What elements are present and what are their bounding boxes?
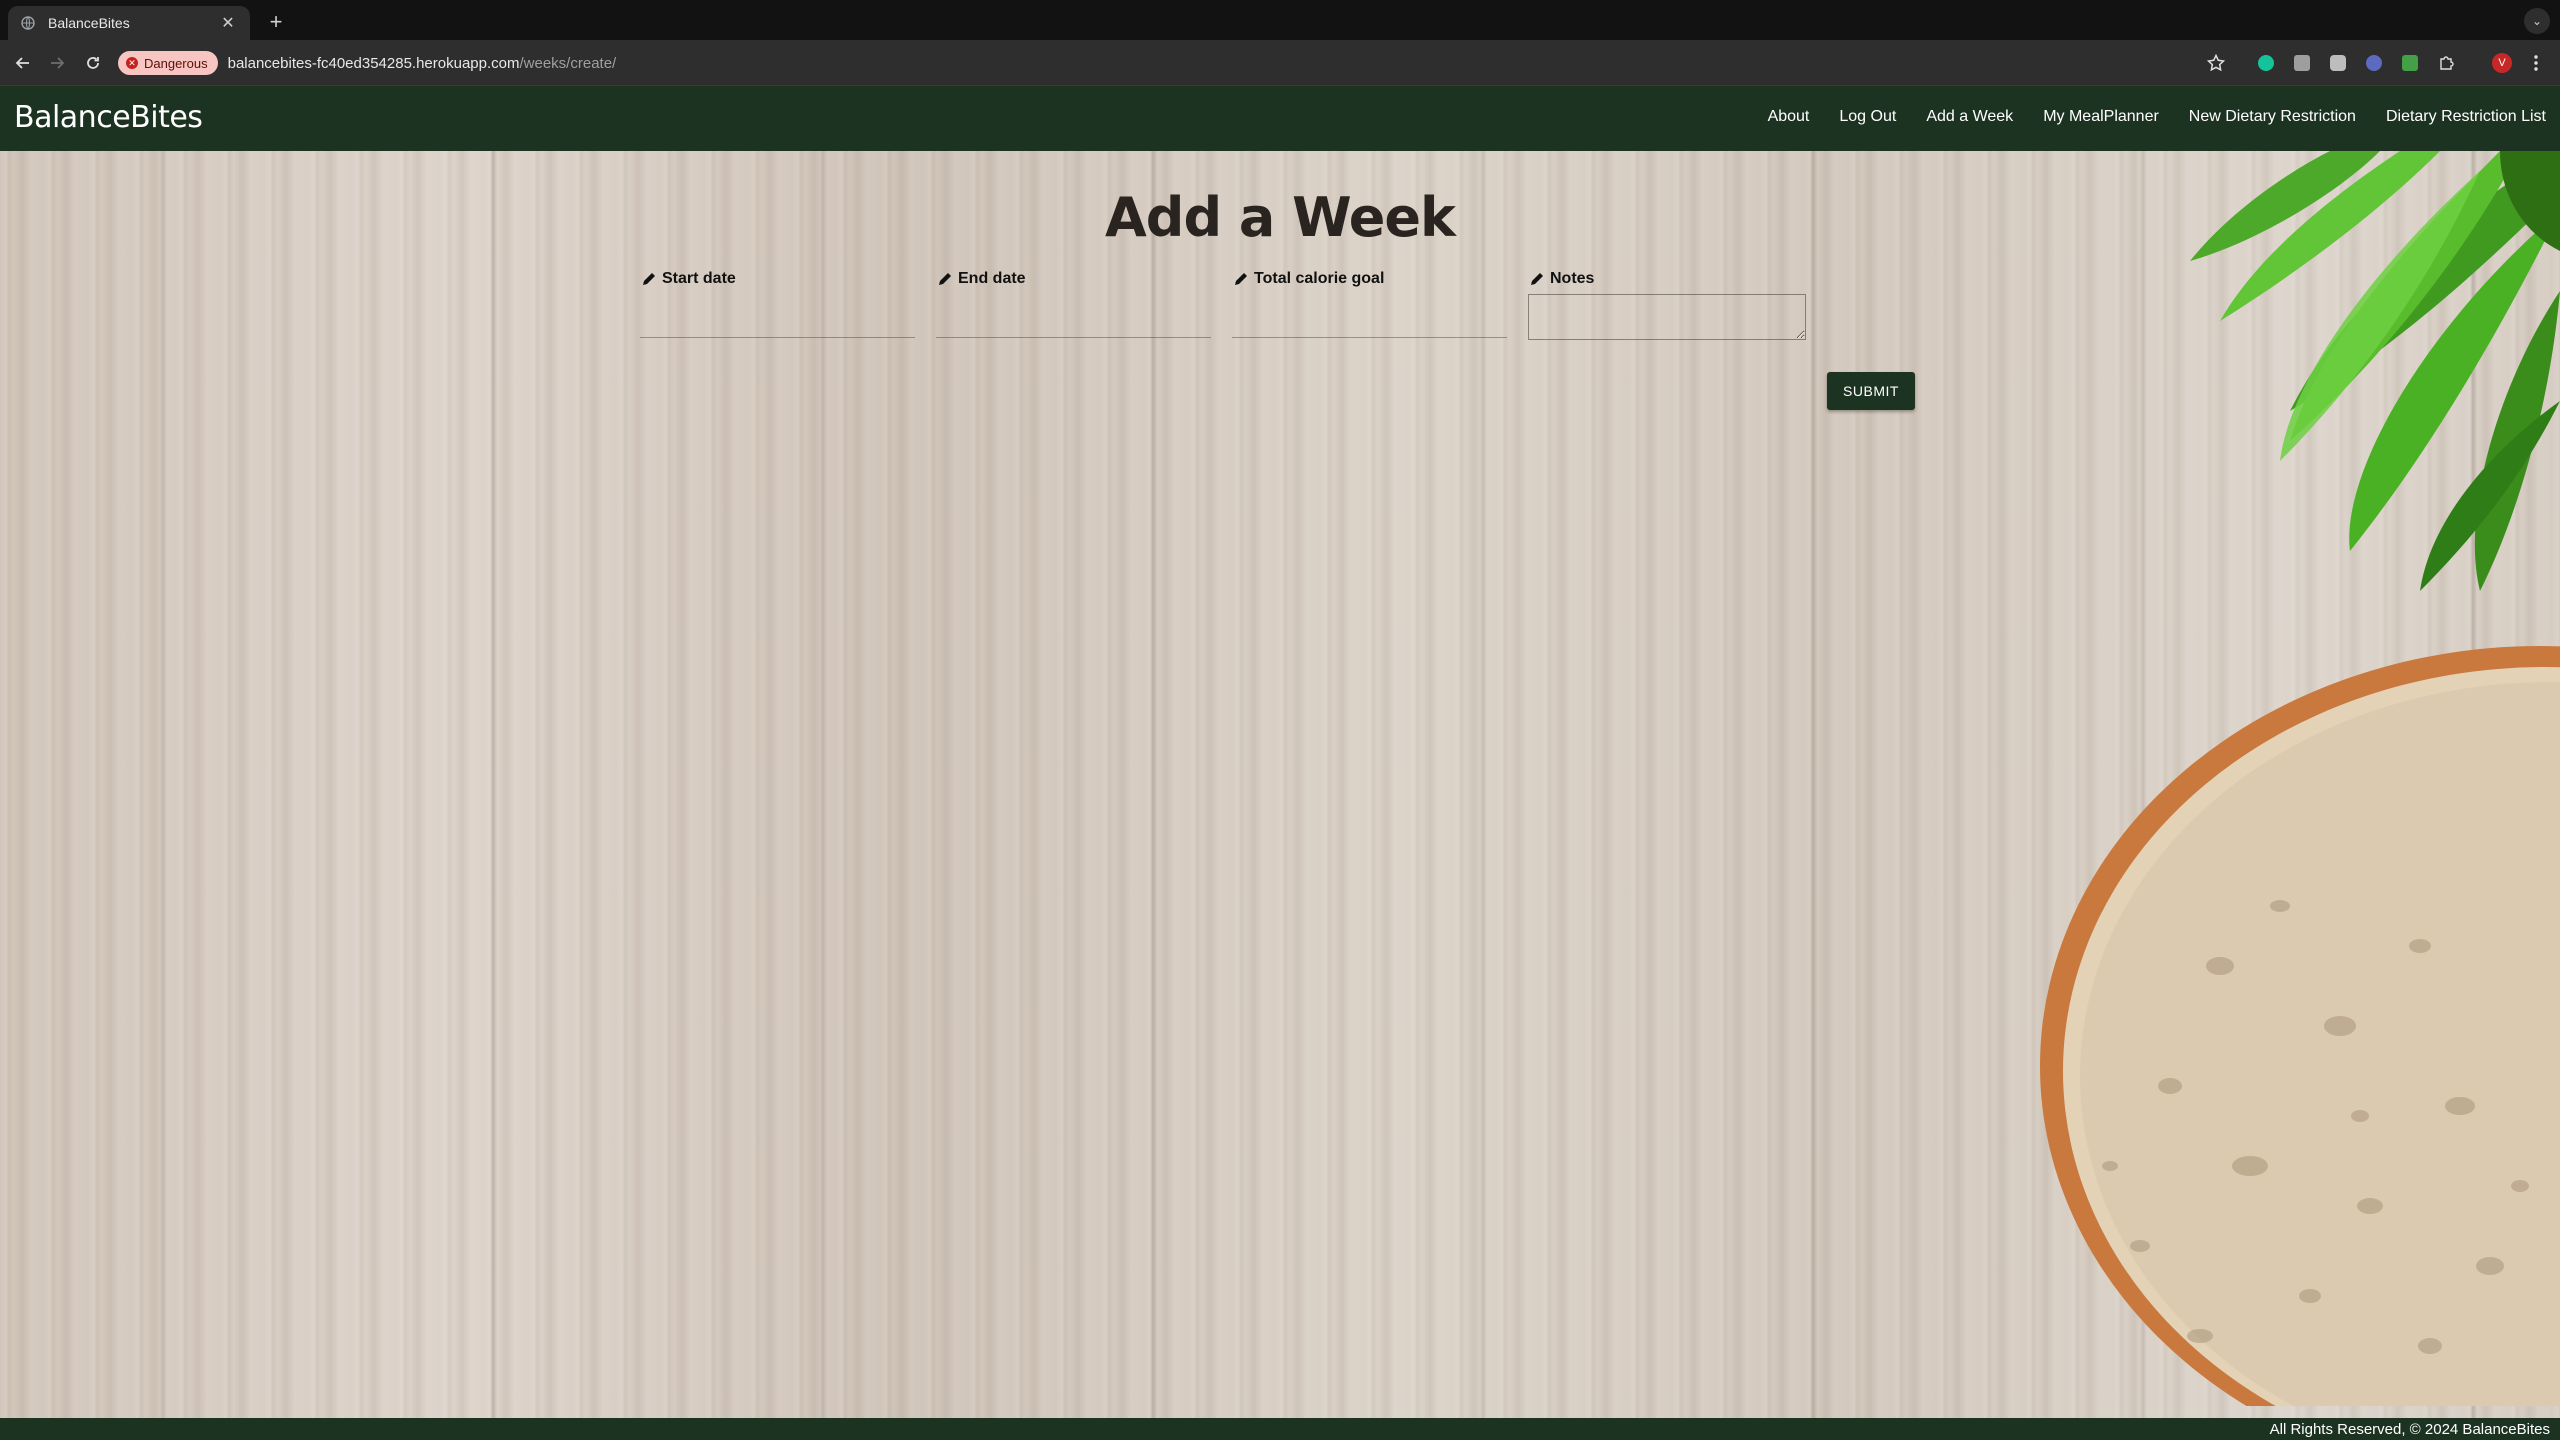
add-week-form: Start date End date Total calorie goal N… <box>640 270 1920 410</box>
end-date-label: End date <box>958 270 1026 287</box>
bread-image <box>2040 646 2560 1406</box>
nav-link-log-out[interactable]: Log Out <box>1839 108 1896 126</box>
site-footer: All Rights Reserved, © 2024 BalanceBites <box>0 1418 2560 1440</box>
site-navbar: BalanceBites About Log Out Add a Week My… <box>0 86 2560 151</box>
grammarly-extension-icon[interactable] <box>2255 52 2277 74</box>
address-bar[interactable]: ✕ Dangerous balancebites-fc40ed354285.he… <box>118 46 2228 80</box>
forward-icon[interactable] <box>44 50 70 76</box>
pencil-icon <box>1232 270 1250 288</box>
start-date-input[interactable] <box>640 306 915 336</box>
pencil-icon <box>936 270 954 288</box>
field-underline <box>1232 337 1507 338</box>
site-brand[interactable]: BalanceBites <box>14 100 203 135</box>
pencil-icon <box>640 270 658 288</box>
nav-link-new-dietary-restriction[interactable]: New Dietary Restriction <box>2189 108 2356 126</box>
extension-icon[interactable] <box>2291 52 2313 74</box>
tab-title: BalanceBites <box>48 15 130 31</box>
globe-icon <box>20 15 36 31</box>
field-underline <box>936 337 1211 338</box>
browser-tabstrip: BalanceBites ✕ + ⌄ <box>0 0 2560 40</box>
nav-link-add-week[interactable]: Add a Week <box>1926 108 2013 126</box>
nav-links: About Log Out Add a Week My MealPlanner … <box>1768 108 2546 126</box>
notes-textarea[interactable] <box>1528 294 1806 340</box>
end-date-field: End date <box>936 270 1211 340</box>
extension-icon[interactable] <box>2327 52 2349 74</box>
start-date-field: Start date <box>640 270 915 340</box>
new-tab-button[interactable]: + <box>262 8 290 36</box>
nav-link-meal-planner[interactable]: My MealPlanner <box>2043 108 2159 126</box>
browser-tab[interactable]: BalanceBites ✕ <box>8 6 250 40</box>
field-underline <box>640 337 915 338</box>
nav-link-about[interactable]: About <box>1768 108 1810 126</box>
profile-initial: V <box>2492 53 2512 73</box>
footer-copyright: All Rights Reserved, © 2024 BalanceBites <box>2269 1420 2550 1438</box>
profile-avatar[interactable]: V <box>2491 52 2513 74</box>
extension-icon[interactable] <box>2363 52 2385 74</box>
page-viewport: BalanceBites About Log Out Add a Week My… <box>0 86 2560 1440</box>
submit-button[interactable]: SUBMIT <box>1827 372 1915 410</box>
url-host: balancebites-fc40ed354285.herokuapp.com <box>227 54 520 72</box>
pencil-icon <box>1528 270 1546 288</box>
bookmark-star-icon[interactable] <box>2204 51 2228 75</box>
puzzle-icon[interactable] <box>2435 52 2457 74</box>
extension-icon[interactable] <box>2399 52 2421 74</box>
browser-toolbar: ✕ Dangerous balancebites-fc40ed354285.he… <box>0 40 2560 86</box>
close-icon[interactable]: ✕ <box>218 13 238 33</box>
kebab-menu-icon[interactable] <box>2525 52 2547 74</box>
security-warning-chip[interactable]: ✕ Dangerous <box>118 51 218 75</box>
notes-field: Notes <box>1528 270 1806 340</box>
nav-link-dietary-restriction-list[interactable]: Dietary Restriction List <box>2386 108 2546 126</box>
reload-icon[interactable] <box>80 50 106 76</box>
back-icon[interactable] <box>10 50 36 76</box>
warning-icon: ✕ <box>126 57 138 69</box>
calorie-goal-label: Total calorie goal <box>1254 270 1385 287</box>
page-title: Add a Week <box>1105 186 1456 249</box>
start-date-label: Start date <box>662 270 736 287</box>
url-path: /weeks/create/ <box>519 54 617 72</box>
calorie-goal-input[interactable] <box>1232 306 1507 336</box>
notes-label: Notes <box>1550 270 1595 287</box>
end-date-input[interactable] <box>936 306 1211 336</box>
tab-search-button[interactable]: ⌄ <box>2524 8 2550 34</box>
security-label: Dangerous <box>144 55 208 71</box>
calorie-goal-field: Total calorie goal <box>1232 270 1507 340</box>
